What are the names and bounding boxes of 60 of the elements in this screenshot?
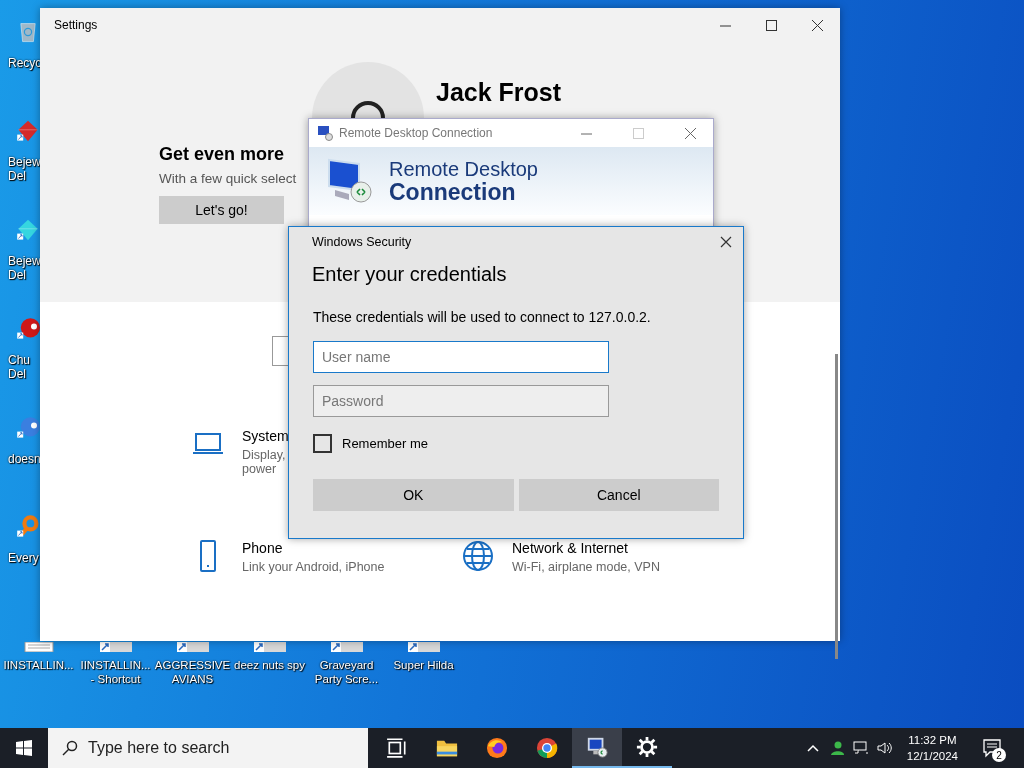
- desktop-icon-label: Bejew Del: [8, 254, 40, 282]
- network-icon[interactable]: [852, 740, 869, 756]
- search-field[interactable]: Type here to search: [48, 728, 368, 768]
- search-icon: [62, 740, 78, 756]
- promo-title: Get even more: [159, 144, 286, 165]
- monitor-icon: [325, 156, 375, 206]
- maximize-icon: [765, 19, 777, 31]
- notification-icon[interactable]: [982, 738, 1002, 758]
- fox-globe-icon[interactable]: [486, 737, 508, 759]
- username-field[interactable]: User name: [313, 341, 609, 373]
- settings-icon[interactable]: [636, 736, 658, 758]
- task-view-icon[interactable]: [386, 737, 408, 759]
- clock[interactable]: 11:32 PM 12/1/2024: [900, 732, 964, 764]
- dialog-heading: Enter your credentials: [312, 263, 508, 286]
- taskbar-app-button[interactable]: [572, 728, 622, 768]
- volume-icon[interactable]: [876, 740, 893, 756]
- chrome-icon[interactable]: [536, 737, 558, 759]
- user-name: Jack Frost: [436, 78, 562, 107]
- globe-icon: [462, 540, 494, 572]
- desktop-icon-label: Every: [8, 551, 39, 565]
- dialog-title: Windows Security: [312, 235, 413, 249]
- category-title[interactable]: Phone: [242, 540, 385, 556]
- clock-date: 12/1/2024: [906, 749, 958, 764]
- close-icon[interactable]: [719, 235, 733, 249]
- scrollbar[interactable]: [835, 354, 838, 659]
- clock-time: 11:32 PM: [908, 733, 957, 748]
- window-title: Remote Desktop Connection: [339, 126, 494, 140]
- lets-go-button[interactable]: Let's go!: [159, 196, 284, 224]
- category-title[interactable]: System: [242, 428, 289, 444]
- cancel-button[interactable]: Cancel: [518, 479, 719, 511]
- desktop-icon-label: Super Hilda: [393, 658, 454, 672]
- desktop-icon-label: Graveyard Party Scre...: [314, 658, 379, 686]
- banner-title: Connection: [389, 180, 516, 204]
- remote-desktop-icon[interactable]: [586, 736, 608, 758]
- person-icon[interactable]: [828, 740, 845, 756]
- checkbox-label[interactable]: Remember me: [342, 436, 428, 451]
- close-icon: [811, 19, 823, 31]
- promo-text: With a few quick select: [159, 171, 298, 186]
- checkbox[interactable]: [313, 434, 332, 453]
- ok-button[interactable]: OK: [313, 479, 514, 511]
- window-title: Settings: [53, 18, 99, 32]
- desktop-icon-label: IINSTALLIN... - Shortcut: [80, 658, 151, 686]
- category-description: Wi-Fi, airplane mode, VPN: [512, 560, 660, 574]
- desktop-icon-label: Chu Del: [8, 353, 30, 381]
- password-field[interactable]: Password: [313, 385, 609, 417]
- notification-count: 2: [992, 748, 1006, 762]
- category-description: Display, power: [242, 448, 286, 476]
- category-title[interactable]: Network & Internet: [512, 540, 660, 556]
- desktop-icon-label: Bejew Del: [8, 155, 40, 183]
- desktop-icon-label: IINSTALLIN...: [3, 658, 74, 672]
- windows-logo-icon: [16, 740, 32, 756]
- desktop-icon-label: AGGRESSIVE AVIANS: [154, 658, 231, 686]
- dialog-message: These credentials will be used to connect to 127.0.0.2.: [313, 309, 652, 325]
- desktop-icon-label: deez nuts spy: [234, 658, 305, 672]
- close-icon: [684, 127, 696, 139]
- category-description: Link your Android, iPhone: [242, 560, 385, 574]
- banner-title: Remote Desktop: [389, 158, 538, 180]
- remote-desktop-icon: [317, 125, 333, 141]
- desktop-icon-label: doesn: [8, 452, 40, 466]
- maximize-icon: [632, 127, 644, 139]
